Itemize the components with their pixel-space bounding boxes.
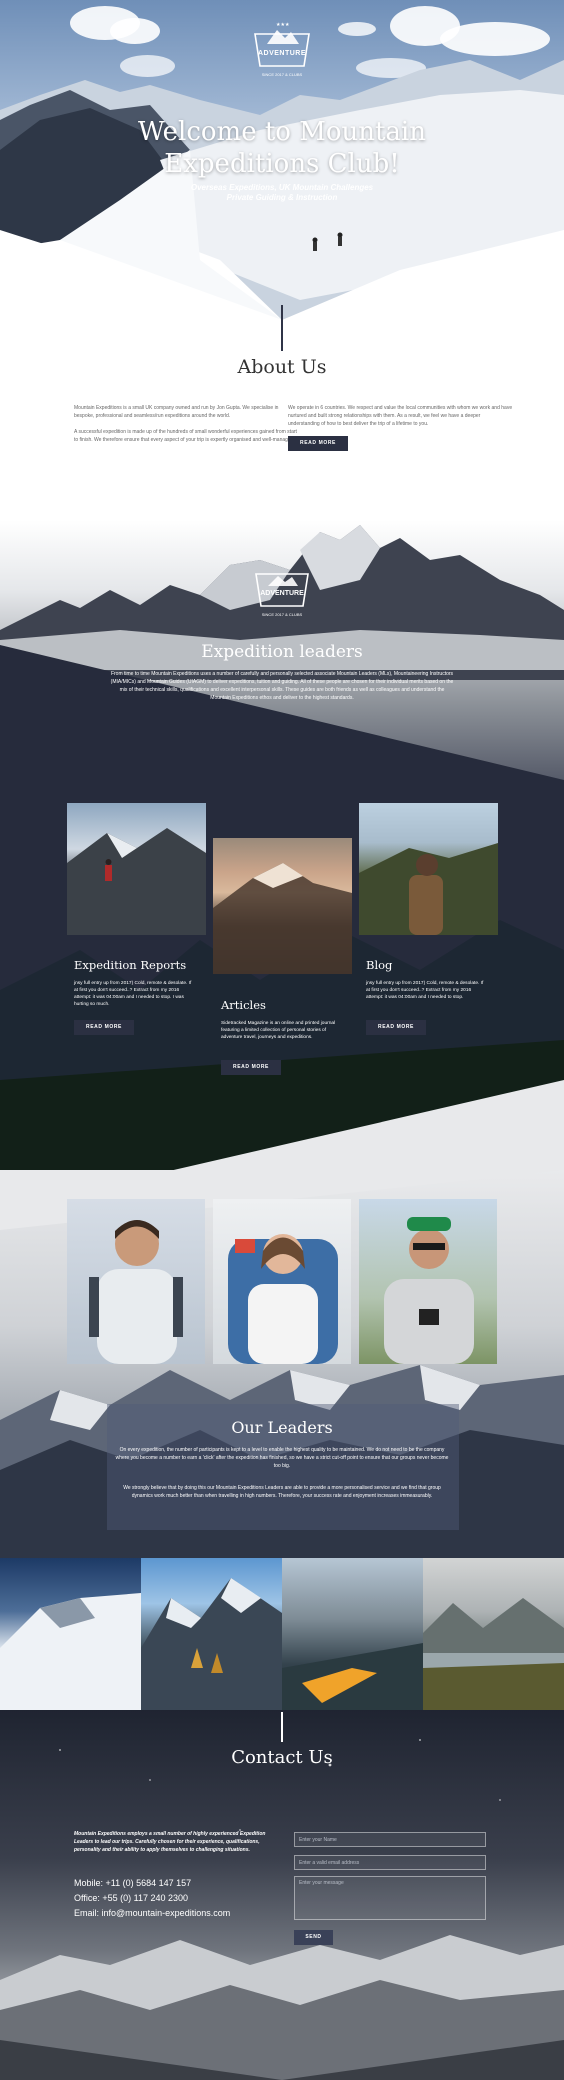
contact-email[interactable]: Email: info@mountain-expeditions.com [74,1908,230,1918]
about-left-p1: Mountain Expeditions is a small UK compa… [74,405,279,419]
logo-text: ADVENTURE [257,50,307,57]
expedition-reports-title[interactable]: Expedition Reports [74,958,186,972]
contact-intro: Mountain Expeditions employs a small num… [74,1831,266,1853]
our-leaders-p1: On every expedition, the number of parti… [115,1447,449,1469]
logo[interactable]: ★★★ ADVENTURE SINCE 2017 & CLUBS [247,14,317,77]
hero-subtitle: Overseas Expeditions, UK Mountain Challe… [0,183,564,203]
leader-photo-3[interactable] [359,1199,497,1364]
gallery-image-3[interactable] [282,1558,423,1710]
leaders-title: Expedition leaders [201,642,363,662]
name-input[interactable] [294,1832,486,1847]
blog-text: jnsy full entry up from 2017) Cold, remo… [366,981,484,1000]
page: ★★★ ADVENTURE SINCE 2017 & CLUBS Welcome… [0,0,564,2080]
gallery-image-1[interactable] [0,1558,141,1710]
about-left-column: Mountain Expeditions is a small UK compa… [74,404,299,452]
blog-image[interactable] [359,803,498,935]
our-leaders-p2: We strongly believe that by doing this o… [123,1485,441,1499]
about-divider-line [281,305,283,351]
blog-read-more-button[interactable]: READ MORE [366,1020,426,1035]
contact-divider-line [281,1712,283,1742]
leaders-logo-tagline: SINCE 2017 & CLUBS [261,612,303,617]
contact-mobile: Mobile: +11 (0) 5684 147 157 [74,1878,192,1888]
articles-title[interactable]: Articles [221,998,266,1012]
contact-office: Office: +55 (0) 117 240 2300 [74,1893,188,1903]
message-textarea[interactable] [294,1876,486,1920]
hero-title-line1: Welcome to Mountain [138,117,426,147]
about-right-p1: We operate in 6 countries. We respect an… [288,405,513,427]
contact-title: Contact Us [231,1747,333,1768]
email-input[interactable] [294,1855,486,1870]
our-leaders-title: Our Leaders [231,1418,333,1437]
articles-text: Sidetracked Magazine is an online and pr… [221,1021,336,1040]
hero-title: Welcome to Mountain Expeditions Club! [0,116,564,180]
hero-title-line2: Expeditions Club! [164,149,400,179]
expedition-reports-read-more-button[interactable]: READ MORE [74,1020,134,1035]
articles-image[interactable] [213,838,352,974]
send-button[interactable]: SEND [294,1930,333,1945]
gallery-image-2[interactable] [141,1558,282,1710]
logo-tagline: SINCE 2017 & CLUBS [261,72,303,77]
expedition-reports-text: jnsy full entry up from 2017) Cold, remo… [74,981,192,1007]
leaders-logo-text: ADVENTURE [260,590,304,597]
expedition-reports-image[interactable] [67,803,206,935]
leader-photo-1[interactable] [67,1199,205,1364]
leaders-logo: ADVENTURE SINCE 2017 & CLUBS [248,564,316,624]
hero-subtitle-line1: Overseas Expeditions, UK Mountain Challe… [190,183,374,192]
gallery-image-4[interactable] [423,1558,564,1710]
hero-subtitle-line2: Private Guiding & Instruction [226,193,338,202]
about-left-p2: A successful expedition is made up of th… [74,429,297,443]
leader-photo-2[interactable] [213,1199,351,1364]
about-read-more-button[interactable]: READ MORE [288,436,348,451]
articles-read-more-button[interactable]: READ MORE [221,1060,281,1075]
leaders-text: From time to time Mountain Expeditions u… [110,671,454,701]
svg-text:★★★: ★★★ [276,22,290,28]
about-title: About Us [237,356,327,378]
blog-title[interactable]: Blog [366,958,392,972]
about-right-column: We operate in 6 countries. We respect an… [288,404,513,451]
